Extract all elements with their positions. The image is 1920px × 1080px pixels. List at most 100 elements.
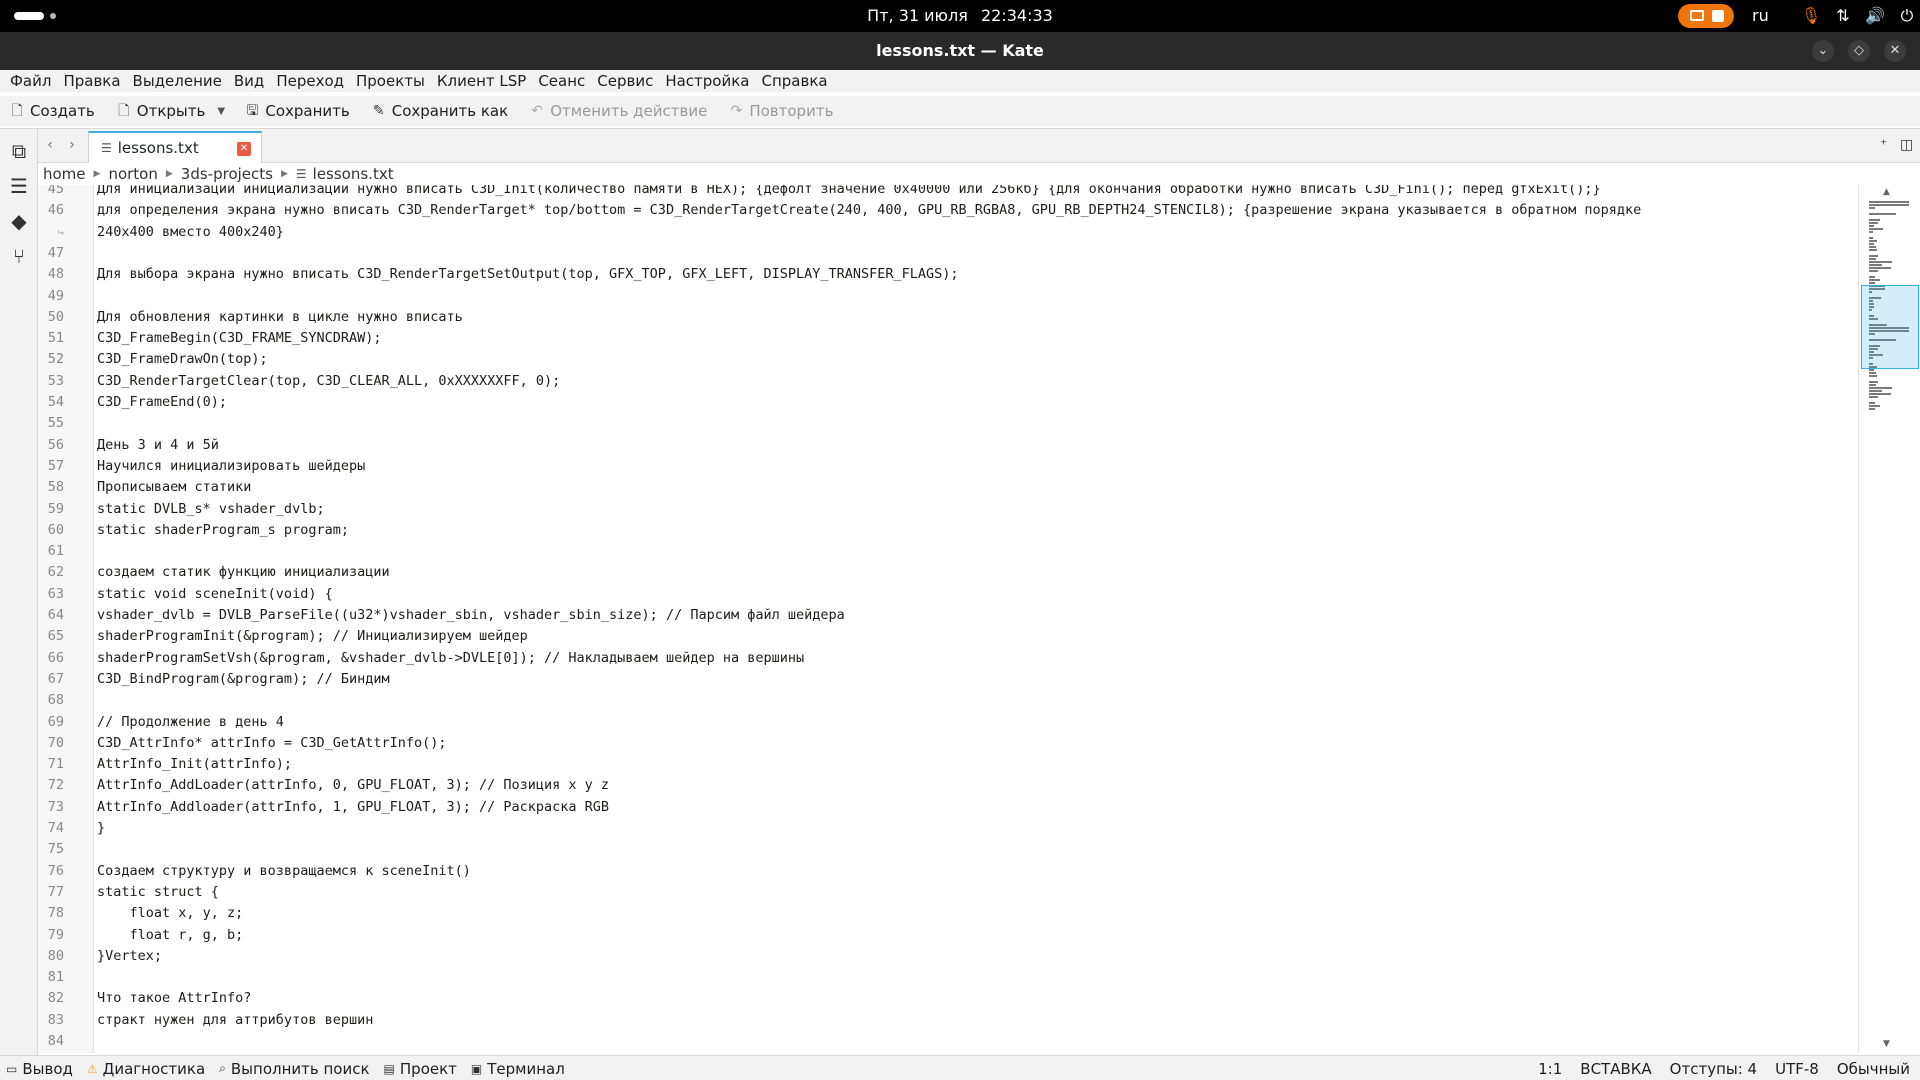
- tab-lessons-txt[interactable]: ☰ lessons.txt ✕: [88, 131, 262, 163]
- tab-forward-icon[interactable]: ›: [64, 137, 80, 153]
- project-icon: ▤: [383, 1061, 395, 1076]
- menu-projects[interactable]: Проекты: [356, 70, 431, 92]
- code-line[interactable]: C3D_BindProgram(&program); // Биндим: [97, 669, 390, 690]
- code-line[interactable]: Научился инициализировать шейдеры: [97, 456, 365, 477]
- minimap-line: [1869, 405, 1880, 407]
- code-line[interactable]: }: [97, 818, 105, 839]
- new-document-button[interactable]: 🗋 Создать: [10, 102, 94, 120]
- terminal-panel-button[interactable]: ▣ Терминал: [471, 1060, 565, 1078]
- menu-settings[interactable]: Настройка: [665, 70, 755, 92]
- quick-open-icon[interactable]: ⁺: [1880, 137, 1887, 153]
- menu-edit[interactable]: Правка: [63, 70, 126, 92]
- code-line[interactable]: C3D_FrameBegin(C3D_FRAME_SYNCDRAW);: [97, 328, 381, 349]
- save-as-label: Сохранить как: [391, 102, 509, 120]
- undo-button[interactable]: ↶ Отменить действие: [530, 102, 707, 120]
- diagnostics-panel-button[interactable]: ⚠ Диагностика: [87, 1060, 205, 1078]
- code-line[interactable]: C3D_AttrInfo* attrInfo = C3D_GetAttrInfo…: [97, 733, 447, 754]
- code-line[interactable]: // Продолжение в день 4: [97, 712, 284, 733]
- menu-view[interactable]: Вид: [234, 70, 270, 92]
- code-line[interactable]: День 3 и 4 и 5й: [97, 435, 219, 456]
- line-number-gutter[interactable]: 45 46 ↪ 47 48 49 50 51 52 53 54 55 56 57 58 59 60 61 62 63 6…: [38, 185, 94, 1053]
- stop-icon[interactable]: [1712, 10, 1724, 22]
- menu-go[interactable]: Переход: [276, 70, 350, 92]
- syntax-mode[interactable]: Обычный: [1837, 1060, 1910, 1078]
- code-line[interactable]: Для обновления картинки в цикле нужно вп…: [97, 307, 463, 328]
- menu-session[interactable]: Сеанс: [538, 70, 591, 92]
- window-title-bar: lessons.txt — Kate ⌄ ◇ ✕: [0, 32, 1920, 70]
- breadcrumb-3ds-projects[interactable]: 3ds-projects: [181, 165, 273, 183]
- menu-help[interactable]: Справка: [761, 70, 833, 92]
- code-line[interactable]: static shaderProgram_s program;: [97, 520, 349, 541]
- code-line[interactable]: float x, y, z;: [97, 903, 244, 924]
- minimap-line: [1869, 204, 1909, 206]
- code-line[interactable]: AttrInfo_Addloader(attrInfo, 1, GPU_FLOA…: [97, 797, 609, 818]
- breadcrumb-file[interactable]: lessons.txt: [313, 165, 394, 183]
- code-line[interactable]: Создаем структуру и возвращаемся к scene…: [97, 861, 471, 882]
- code-line[interactable]: Прописываем статики: [97, 477, 251, 498]
- cursor-position[interactable]: 1:1: [1538, 1060, 1562, 1078]
- code-line[interactable]: C3D_AttrInfo* attrInfo = C3D_GetAttrInfo…: [97, 1052, 690, 1053]
- encoding-setting[interactable]: UTF-8: [1775, 1060, 1819, 1078]
- code-line[interactable]: стракт нужен для аттрибутов вершин: [97, 1010, 373, 1031]
- project-panel-button[interactable]: ▤ Проект: [384, 1060, 457, 1078]
- tab-back-icon[interactable]: ‹: [42, 137, 58, 153]
- close-window-button[interactable]: ✕: [1884, 40, 1906, 62]
- code-line[interactable]: shaderProgramSetVsh(&program, &vshader_d…: [97, 648, 804, 669]
- symbols-list-icon[interactable]: ☰: [7, 174, 31, 198]
- line-number: 47: [47, 244, 64, 261]
- input-mode[interactable]: ВСТАВКА: [1580, 1060, 1651, 1078]
- clock-time: 22:34:33: [980, 6, 1053, 25]
- output-panel-button[interactable]: ▭ Вывод: [6, 1060, 73, 1078]
- code-line[interactable]: AttrInfo_Init(attrInfo);: [97, 754, 292, 775]
- system-clock[interactable]: Пт, 31 июля 22:34:33: [0, 0, 1920, 32]
- breadcrumb-norton[interactable]: norton: [108, 165, 157, 183]
- close-tab-icon[interactable]: ✕: [237, 142, 251, 156]
- scroll-down-icon[interactable]: ▼: [1883, 1039, 1890, 1049]
- code-line[interactable]: C3D_FrameEnd(0);: [97, 392, 227, 413]
- split-view-icon[interactable]: ◫: [1900, 137, 1913, 153]
- scroll-up-icon[interactable]: ▲: [1883, 187, 1890, 197]
- code-line[interactable]: shaderProgramInit(&program); // Инициали…: [97, 626, 528, 647]
- minimap-line: [1869, 264, 1883, 266]
- save-as-button[interactable]: ✎ Сохранить как: [372, 102, 508, 120]
- project-tree-icon[interactable]: ⑂: [7, 244, 31, 268]
- menu-lsp-client[interactable]: Клиент LSP: [437, 70, 532, 92]
- menu-tools[interactable]: Сервис: [597, 70, 659, 92]
- code-line[interactable]: для определения экрана нужно вписать C3D…: [97, 200, 1641, 221]
- code-line[interactable]: 240x400 вместо 400x240}: [97, 222, 284, 243]
- menu-selection[interactable]: Выделение: [133, 70, 228, 92]
- screencast-indicator[interactable]: [1678, 4, 1734, 28]
- code-line[interactable]: Что такое AttrInfo?: [97, 988, 251, 1009]
- breadcrumb-home[interactable]: home: [43, 165, 86, 183]
- minimap-scrollbar[interactable]: ▲ ▼: [1858, 185, 1920, 1053]
- code-line[interactable]: }Vertex;: [97, 946, 162, 967]
- minimap-line: [1869, 390, 1883, 392]
- documents-icon[interactable]: ⧉: [7, 139, 31, 163]
- code-line[interactable]: static void sceneInit(void) {: [97, 584, 333, 605]
- text-editor[interactable]: 45 46 ↪ 47 48 49 50 51 52 53 54 55 56 57 58 59 60 61 62 63 6…: [38, 185, 1858, 1053]
- line-number: 53: [47, 372, 64, 389]
- menu-file[interactable]: Файл: [10, 70, 57, 92]
- code-line[interactable]: создаем статик функцию инициализации: [97, 562, 390, 583]
- code-line[interactable]: C3D_FrameDrawOn(top);: [97, 349, 268, 370]
- code-line[interactable]: vshader_dvlb = DVLB_ParseFile((u32*)vsha…: [97, 605, 845, 626]
- code-line[interactable]: Для инициализации инициализации нужно вп…: [97, 185, 1601, 200]
- code-line[interactable]: static struct {: [97, 882, 219, 903]
- system-tray[interactable]: 🎙 ⇅ 🔊 ⏻: [1800, 5, 1918, 27]
- maximize-button[interactable]: ◇: [1848, 40, 1870, 62]
- indentation-setting[interactable]: Отступы: 4: [1670, 1060, 1757, 1078]
- code-line[interactable]: AttrInfo_AddLoader(attrInfo, 0, GPU_FLOA…: [97, 775, 609, 796]
- open-button[interactable]: 🗋 Открыть: [117, 102, 205, 120]
- code-line[interactable]: C3D_RenderTargetClear(top, C3D_CLEAR_ALL…: [97, 371, 560, 392]
- language-indicator[interactable]: ru: [1752, 0, 1769, 32]
- redo-button[interactable]: ↷ Повторить: [729, 102, 833, 120]
- open-recent-dropdown-icon[interactable]: ▼: [217, 106, 227, 117]
- save-button[interactable]: 🖫 Сохранить: [245, 102, 349, 120]
- code-line[interactable]: Для выбора экрана нужно вписать C3D_Rend…: [97, 264, 959, 285]
- minimap-viewport[interactable]: [1861, 285, 1919, 369]
- search-panel-button[interactable]: ⌕ Выполнить поиск: [219, 1060, 369, 1078]
- code-line[interactable]: float r, g, b;: [97, 925, 244, 946]
- minimize-button[interactable]: ⌄: [1812, 40, 1834, 62]
- git-icon[interactable]: ◆: [7, 209, 31, 233]
- code-line[interactable]: static DVLB_s* vshader_dvlb;: [97, 499, 325, 520]
